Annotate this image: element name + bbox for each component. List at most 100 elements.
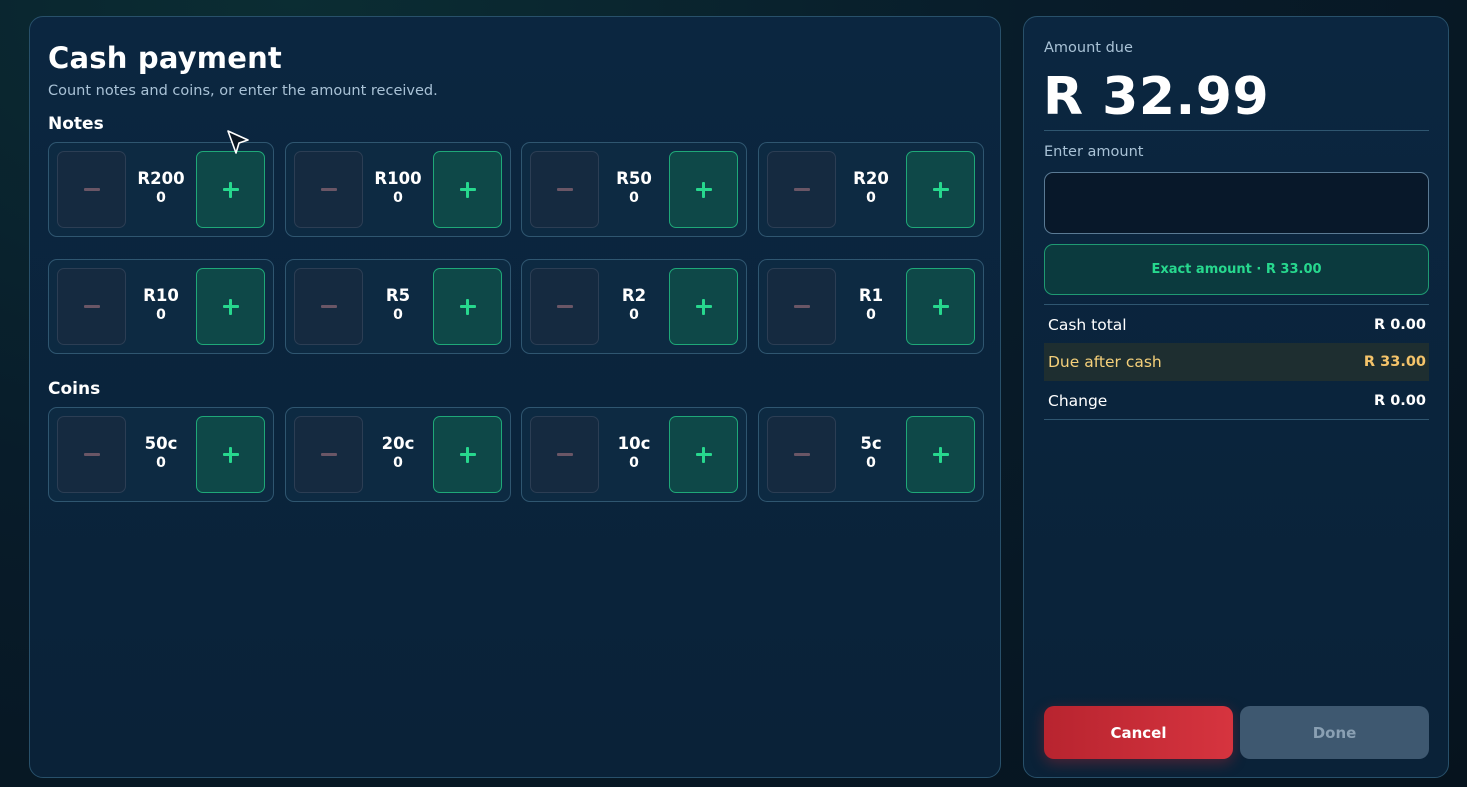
- denomination-count: 0: [629, 455, 639, 471]
- cash-total-value: R 0.00: [1374, 317, 1426, 333]
- denomination-label: 20c: [381, 434, 415, 453]
- minus-icon: [320, 305, 337, 308]
- denomination-label: R100: [374, 169, 422, 188]
- plus-icon: [222, 446, 239, 463]
- denomination-label: 10c: [617, 434, 651, 453]
- done-button[interactable]: Done: [1240, 706, 1429, 759]
- plus-icon: [932, 181, 949, 198]
- denomination-info: R1 0: [836, 286, 906, 324]
- payment-summary-panel: Amount due R 32.99 Enter amount Exact am…: [1023, 16, 1449, 778]
- decrement-button[interactable]: [767, 268, 836, 345]
- increment-button[interactable]: [196, 268, 265, 345]
- due-after-cash-row: Due after cash R 33.00: [1044, 343, 1429, 381]
- denomination-count: 0: [629, 190, 639, 206]
- decrement-button[interactable]: [57, 268, 126, 345]
- cash-total-label: Cash total: [1048, 316, 1127, 334]
- denomination-label: 5c: [860, 434, 882, 453]
- plus-icon: [695, 181, 712, 198]
- increment-button[interactable]: [196, 416, 265, 493]
- minus-icon: [83, 453, 100, 456]
- decrement-button[interactable]: [294, 151, 363, 228]
- denomination-info: R5 0: [363, 286, 433, 324]
- plus-icon: [459, 298, 476, 315]
- decrement-button[interactable]: [530, 268, 599, 345]
- due-after-cash-label: Due after cash: [1048, 353, 1162, 371]
- minus-icon: [83, 188, 100, 191]
- denomination-count: 0: [393, 455, 403, 471]
- denomination-label: R5: [385, 286, 411, 305]
- increment-button[interactable]: [906, 151, 975, 228]
- minus-icon: [556, 305, 573, 308]
- increment-button[interactable]: [906, 268, 975, 345]
- amount-due-label: Amount due: [1044, 40, 1133, 56]
- minus-icon: [556, 453, 573, 456]
- denomination-count: 0: [629, 307, 639, 323]
- denomination-label: R2: [621, 286, 647, 305]
- coins-section-label: Coins: [48, 379, 101, 399]
- increment-button[interactable]: [669, 151, 738, 228]
- denomination-info: R2 0: [599, 286, 669, 324]
- denomination-card: R2 0: [521, 259, 747, 354]
- denomination-count: 0: [393, 307, 403, 323]
- plus-icon: [222, 181, 239, 198]
- cash-count-panel: Cash payment Count notes and coins, or e…: [29, 16, 1001, 778]
- denomination-card: R1 0: [758, 259, 984, 354]
- denomination-count: 0: [866, 455, 876, 471]
- decrement-button[interactable]: [57, 151, 126, 228]
- mouse-cursor-icon: [227, 130, 249, 154]
- denomination-card: R100 0: [285, 142, 511, 237]
- plus-icon: [695, 298, 712, 315]
- denomination-info: 50c 0: [126, 434, 196, 472]
- plus-icon: [695, 446, 712, 463]
- divider: [1044, 304, 1429, 305]
- denomination-info: R200 0: [126, 169, 196, 207]
- decrement-button[interactable]: [294, 268, 363, 345]
- denomination-card: R20 0: [758, 142, 984, 237]
- cancel-button[interactable]: Cancel: [1044, 706, 1233, 759]
- plus-icon: [222, 298, 239, 315]
- denomination-card: R5 0: [285, 259, 511, 354]
- denomination-info: 5c 0: [836, 434, 906, 472]
- cash-total-row: Cash total R 0.00: [1044, 306, 1429, 344]
- decrement-button[interactable]: [767, 151, 836, 228]
- increment-button[interactable]: [433, 268, 502, 345]
- increment-button[interactable]: [669, 416, 738, 493]
- denomination-info: R100 0: [363, 169, 433, 207]
- minus-icon: [320, 188, 337, 191]
- increment-button[interactable]: [196, 151, 265, 228]
- exact-amount-button[interactable]: Exact amount · R 33.00: [1044, 244, 1429, 295]
- denomination-label: R50: [616, 169, 652, 188]
- minus-icon: [793, 305, 810, 308]
- decrement-button[interactable]: [530, 416, 599, 493]
- increment-button[interactable]: [906, 416, 975, 493]
- decrement-button[interactable]: [294, 416, 363, 493]
- denomination-label: R200: [137, 169, 185, 188]
- amount-due-value: R 32.99: [1043, 67, 1270, 127]
- denomination-count: 0: [866, 190, 876, 206]
- decrement-button[interactable]: [57, 416, 126, 493]
- plus-icon: [932, 446, 949, 463]
- minus-icon: [556, 188, 573, 191]
- denomination-card: 10c 0: [521, 407, 747, 502]
- decrement-button[interactable]: [767, 416, 836, 493]
- denomination-count: 0: [866, 307, 876, 323]
- denomination-label: R10: [143, 286, 179, 305]
- denomination-label: 50c: [144, 434, 178, 453]
- increment-button[interactable]: [433, 416, 502, 493]
- change-value: R 0.00: [1374, 393, 1426, 409]
- denomination-count: 0: [393, 190, 403, 206]
- due-after-cash-value: R 33.00: [1363, 354, 1426, 370]
- divider: [1044, 419, 1429, 420]
- denomination-count: 0: [156, 455, 166, 471]
- amount-input[interactable]: [1044, 172, 1429, 234]
- decrement-button[interactable]: [530, 151, 599, 228]
- increment-button[interactable]: [669, 268, 738, 345]
- change-row: Change R 0.00: [1044, 382, 1429, 420]
- plus-icon: [932, 298, 949, 315]
- denomination-label: R1: [858, 286, 884, 305]
- denomination-info: 20c 0: [363, 434, 433, 472]
- minus-icon: [83, 305, 100, 308]
- denomination-info: 10c 0: [599, 434, 669, 472]
- increment-button[interactable]: [433, 151, 502, 228]
- denomination-info: R20 0: [836, 169, 906, 207]
